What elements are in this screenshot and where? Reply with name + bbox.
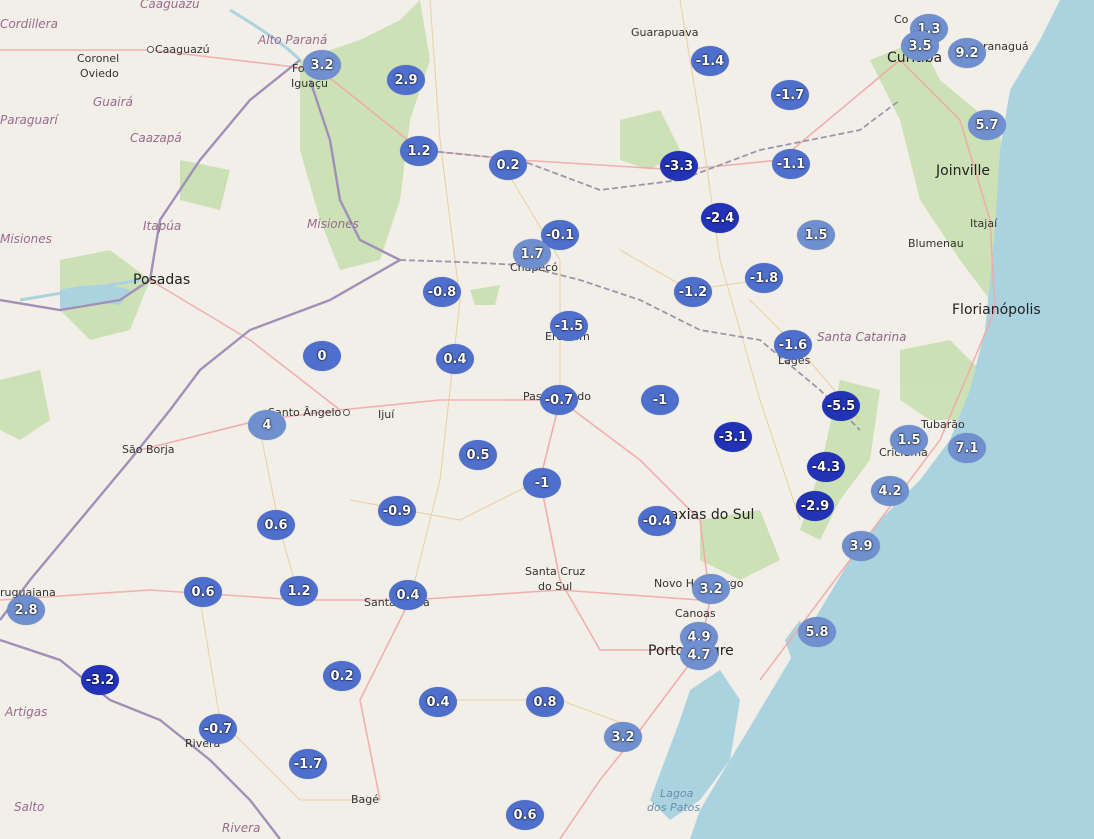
value-marker[interactable]: -0.4 <box>638 506 676 536</box>
value-marker[interactable]: -1 <box>641 385 679 415</box>
value-marker[interactable]: -1 <box>523 468 561 498</box>
value-marker[interactable]: 2.9 <box>387 65 425 95</box>
value-marker[interactable]: -1.6 <box>774 330 812 360</box>
value-marker[interactable]: 0.2 <box>489 150 527 180</box>
value-marker[interactable]: 0.4 <box>419 687 457 717</box>
value-marker[interactable]: 1.5 <box>797 220 835 250</box>
value-marker[interactable]: -1.1 <box>772 149 810 179</box>
value-marker[interactable]: 4.2 <box>871 476 909 506</box>
value-marker[interactable]: -4.3 <box>807 452 845 482</box>
value-marker[interactable]: -1.5 <box>550 311 588 341</box>
value-marker[interactable]: 2.8 <box>7 595 45 625</box>
value-marker[interactable]: 1.5 <box>890 425 928 455</box>
value-marker[interactable]: 3.2 <box>692 574 730 604</box>
value-marker[interactable]: -3.1 <box>714 422 752 452</box>
value-marker[interactable]: -0.7 <box>199 714 237 744</box>
value-marker[interactable]: 4.7 <box>680 640 718 670</box>
value-marker[interactable]: 1.7 <box>513 239 551 269</box>
value-marker[interactable]: 0.5 <box>459 440 497 470</box>
value-marker[interactable]: -1.8 <box>745 263 783 293</box>
value-marker[interactable]: 0.6 <box>257 510 295 540</box>
value-marker[interactable]: 3.9 <box>842 531 880 561</box>
value-marker[interactable]: 0.6 <box>506 800 544 830</box>
value-marker[interactable]: 0.6 <box>184 577 222 607</box>
value-marker[interactable]: -1.7 <box>289 749 327 779</box>
value-marker[interactable]: 3.5 <box>901 31 939 61</box>
map-canvas[interactable]: Caaguazú Cordillera Coronel Oviedo Caagu… <box>0 0 1094 839</box>
value-marker[interactable]: 3.2 <box>303 50 341 80</box>
value-marker[interactable]: -2.9 <box>796 491 834 521</box>
value-marker[interactable]: 5.8 <box>798 617 836 647</box>
value-marker[interactable]: -2.4 <box>701 203 739 233</box>
city-dot <box>147 46 154 53</box>
value-marker[interactable]: 0 <box>303 341 341 371</box>
value-marker[interactable]: -1.2 <box>674 277 712 307</box>
value-marker[interactable]: 0.8 <box>526 687 564 717</box>
value-marker[interactable]: -1.4 <box>691 46 729 76</box>
value-marker[interactable]: 5.7 <box>968 110 1006 140</box>
value-marker[interactable]: 0.2 <box>323 661 361 691</box>
value-marker[interactable]: -3.3 <box>660 151 698 181</box>
value-marker[interactable]: -5.5 <box>822 391 860 421</box>
value-marker[interactable]: 3.2 <box>604 722 642 752</box>
value-marker[interactable]: 7.1 <box>948 433 986 463</box>
value-marker[interactable]: 0.4 <box>389 580 427 610</box>
value-marker[interactable]: -0.9 <box>378 496 416 526</box>
value-marker[interactable]: -1.7 <box>771 80 809 110</box>
value-marker[interactable]: 1.2 <box>280 576 318 606</box>
value-marker[interactable]: 4 <box>248 410 286 440</box>
value-marker[interactable]: 0.4 <box>436 344 474 374</box>
value-marker[interactable]: -3.2 <box>81 665 119 695</box>
value-marker[interactable]: 1.2 <box>400 136 438 166</box>
value-marker[interactable]: 9.2 <box>948 38 986 68</box>
value-marker[interactable]: -0.8 <box>423 277 461 307</box>
value-marker[interactable]: -0.7 <box>540 385 578 415</box>
city-dot <box>343 409 350 416</box>
